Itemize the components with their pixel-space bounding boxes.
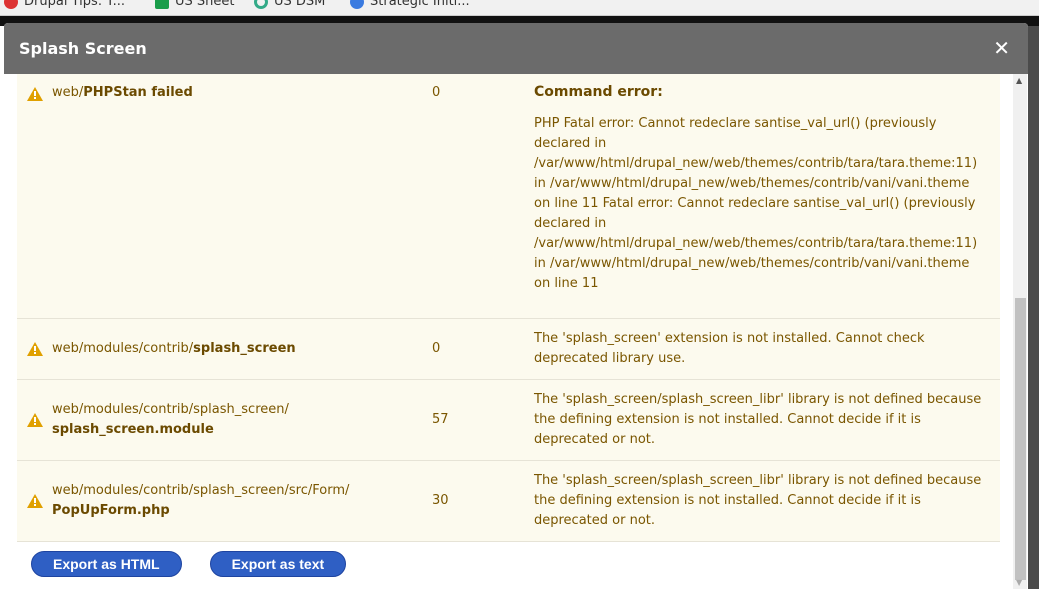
table-row: web/modules/contrib/splash_screen 0 The … (17, 319, 1000, 380)
error-message: The 'splash_screen/splash_screen_libr' l… (534, 392, 982, 447)
error-message: The 'splash_screen' extension is not ins… (534, 331, 925, 366)
error-count: 30 (432, 493, 449, 508)
error-count: 0 (432, 341, 441, 356)
sheets-icon (155, 0, 169, 9)
export-text-button[interactable]: Export as text (209, 551, 347, 577)
export-html-button[interactable]: Export as HTML (31, 551, 182, 577)
error-count: 57 (432, 412, 449, 427)
warning-icon (27, 342, 43, 356)
scrollbar[interactable]: ▲ ▼ (1013, 74, 1027, 589)
scroll-down-icon[interactable]: ▼ (1016, 578, 1022, 587)
bookmark[interactable]: US Sheet (155, 0, 234, 9)
table-row: web/PHPStan failed 0 Command error: PHP F… (17, 74, 1000, 319)
error-message: Command error: PHP Fatal error: Cannot re… (534, 84, 978, 291)
warning-icon (27, 87, 43, 101)
table-row: web/modules/contrib/splash_screen/splash… (17, 380, 1000, 461)
splash-screen-dialog: Splash Screen ✕ web/PHPStan failed 0 Com… (4, 23, 1028, 589)
error-count: 0 (432, 85, 441, 100)
bookmark[interactable]: US DSM (254, 0, 325, 9)
table-row: web/modules/contrib/splash_screen/src/Fo… (17, 461, 1000, 542)
results-table: web/PHPStan failed 0 Command error: PHP F… (17, 74, 1000, 542)
bookmarks-bar: Drupal Tips: T... US Sheet US DSM Strate… (0, 0, 1039, 16)
file-path: web/modules/contrib/splash_screen (52, 341, 296, 356)
warning-icon (27, 413, 43, 427)
bookmark-icon (254, 0, 268, 9)
dialog-header: Splash Screen ✕ (4, 23, 1028, 74)
scrollbar-thumb[interactable] (1015, 298, 1026, 580)
close-icon[interactable]: ✕ (993, 36, 1010, 60)
bookmark-icon (350, 0, 364, 9)
file-path: web/modules/contrib/splash_screen/src/Fo… (52, 483, 350, 518)
scroll-up-icon[interactable]: ▲ (1016, 76, 1022, 85)
bookmark-icon (4, 0, 18, 9)
warning-icon (27, 494, 43, 508)
bookmark[interactable]: Strategic Initi... (350, 0, 470, 9)
dialog-title: Splash Screen (19, 39, 147, 58)
file-path: web/modules/contrib/splash_screen/splash… (52, 402, 289, 437)
bookmark[interactable]: Drupal Tips: T... (4, 0, 125, 9)
file-path: web/PHPStan failed (52, 85, 193, 100)
error-message: The 'splash_screen/splash_screen_libr' l… (534, 473, 982, 528)
dialog-buttons: Export as HTML Export as text (31, 551, 347, 577)
